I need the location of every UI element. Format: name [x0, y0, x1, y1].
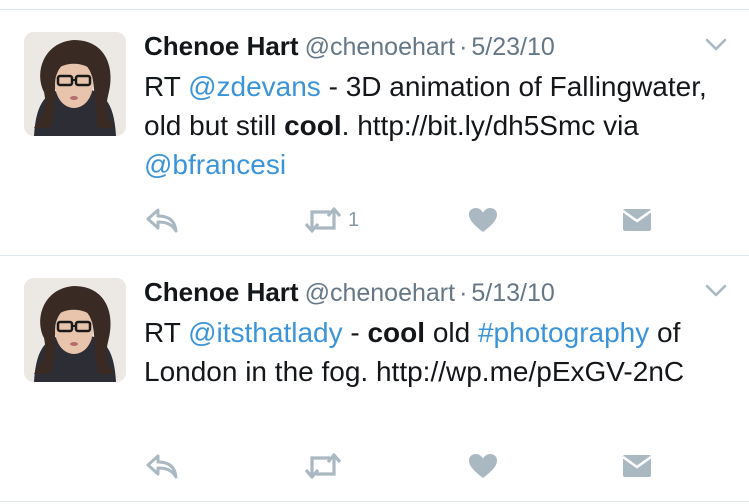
author-name[interactable]: Chenoe Hart: [144, 277, 299, 307]
tweet-header: Chenoe Hart @chenoehart · 5/13/10: [144, 276, 555, 309]
tweet-date[interactable]: 5/13/10: [471, 279, 554, 307]
author-name[interactable]: Chenoe Hart: [144, 31, 299, 61]
tweet[interactable]: Chenoe Hart @chenoehart · 5/23/10 RT @zdeva…: [0, 10, 749, 256]
reply-button[interactable]: [146, 200, 178, 240]
mention-link[interactable]: @bfrancesi: [144, 149, 286, 180]
retweet-count: 1: [348, 208, 360, 231]
tweet-text: RT @zdevans - 3D animation of Fallingwat…: [144, 67, 734, 184]
retweet-button[interactable]: [304, 446, 348, 486]
hashtag-link[interactable]: #photography: [478, 317, 649, 348]
reply-icon: [146, 454, 178, 479]
reply-button[interactable]: [146, 446, 178, 486]
tweet-actions: 1: [0, 200, 749, 240]
separator: ·: [459, 279, 468, 307]
tweet-divider: [0, 501, 749, 502]
retweet-icon: [304, 207, 342, 233]
tweet-text: RT @itsthatlady - cool old #photography …: [144, 313, 734, 391]
highlight-term: cool: [367, 317, 426, 348]
like-button[interactable]: [468, 200, 498, 240]
tweet-actions: [0, 446, 749, 486]
separator: ·: [459, 33, 468, 61]
author-handle[interactable]: @chenoehart: [305, 33, 455, 61]
highlight-term: cool: [284, 110, 342, 141]
retweet-icon: [304, 453, 342, 479]
like-button[interactable]: [468, 446, 498, 486]
avatar[interactable]: [24, 278, 126, 382]
text-segment: . http://bit.ly/dh5Smc via: [341, 110, 639, 141]
text-segment: RT: [144, 317, 189, 348]
chevron-down-icon[interactable]: [705, 284, 727, 298]
text-segment: -: [342, 317, 368, 348]
avatar[interactable]: [24, 32, 126, 136]
text-segment: old: [425, 317, 478, 348]
heart-icon: [469, 454, 497, 478]
author-handle[interactable]: @chenoehart: [305, 279, 455, 307]
direct-message-button[interactable]: [622, 200, 652, 240]
envelope-icon: [622, 455, 652, 477]
text-segment: RT: [144, 71, 189, 102]
heart-icon: [469, 208, 497, 232]
retweet-button[interactable]: 1: [304, 200, 359, 240]
tweet-date[interactable]: 5/23/10: [471, 33, 554, 61]
direct-message-button[interactable]: [622, 446, 652, 486]
tweet-header: Chenoe Hart @chenoehart · 5/23/10: [144, 30, 555, 63]
envelope-icon: [622, 209, 652, 231]
tweet[interactable]: Chenoe Hart @chenoehart · 5/13/10 RT @itsth…: [0, 256, 749, 502]
mention-link[interactable]: @itsthatlady: [188, 317, 343, 348]
chevron-down-icon[interactable]: [705, 38, 727, 52]
mention-link[interactable]: @zdevans: [188, 71, 321, 102]
reply-icon: [146, 208, 178, 233]
